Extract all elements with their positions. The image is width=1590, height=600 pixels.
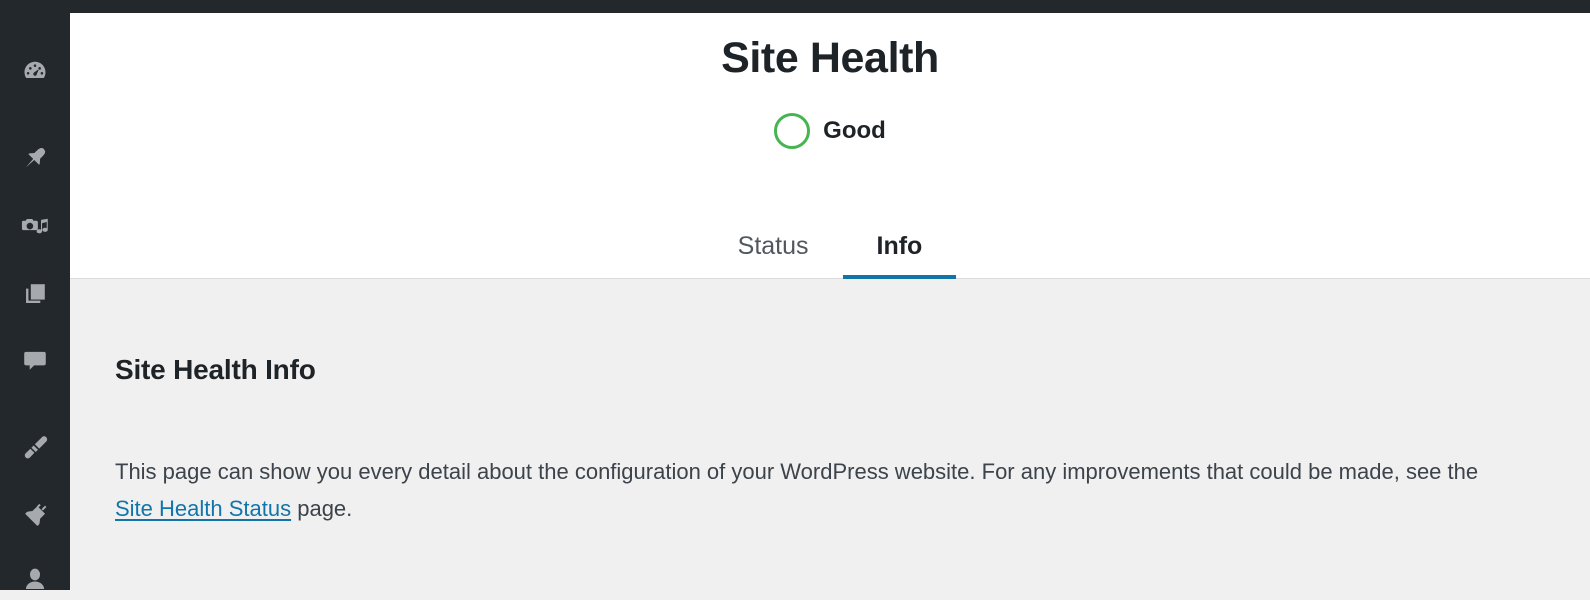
admin-bar	[0, 0, 1590, 13]
site-health-wrap: Site Health Good Status Info Site Health…	[70, 13, 1590, 590]
page-title: Site Health	[721, 34, 939, 82]
site-health-body: Site Health Info This page can show you …	[70, 279, 1590, 528]
comment-bubble-icon	[21, 346, 49, 374]
admin-sidebar-menu	[0, 0, 70, 590]
pages-icon	[21, 280, 49, 308]
tab-info[interactable]: Info	[842, 234, 957, 279]
tab-status[interactable]: Status	[704, 234, 843, 279]
site-health-status-indicator: Good	[70, 113, 1590, 150]
site-health-status-link[interactable]: Site Health Status	[115, 496, 291, 521]
sidebar-item-appearance[interactable]	[0, 426, 70, 470]
description-text-after-link: page.	[291, 496, 353, 522]
dashboard-icon	[20, 57, 50, 87]
camera-music-icon	[20, 213, 50, 243]
description-text-before-link: This page can show you every detail abou…	[115, 458, 1479, 484]
site-health-header: Site Health Good Status Info	[70, 13, 1590, 279]
pin-icon	[20, 143, 50, 173]
sidebar-item-posts[interactable]	[0, 136, 70, 180]
status-circle-icon	[774, 113, 811, 150]
plug-icon	[20, 501, 50, 531]
status-badge: Good	[823, 117, 886, 145]
sidebar-item-media[interactable]	[0, 206, 70, 250]
sidebar-item-dashboard[interactable]	[0, 50, 70, 94]
sidebar-item-users[interactable]	[0, 556, 70, 600]
sidebar-item-pages[interactable]	[0, 272, 70, 316]
site-health-tabs: Status Info	[70, 234, 1590, 279]
sidebar-item-comments[interactable]	[0, 338, 70, 382]
paintbrush-icon	[20, 433, 50, 463]
sidebar-item-plugins[interactable]	[0, 494, 70, 538]
section-title: Site Health Info	[115, 354, 316, 385]
section-description: This page can show you every detail abou…	[115, 387, 1515, 529]
user-icon	[21, 564, 49, 592]
